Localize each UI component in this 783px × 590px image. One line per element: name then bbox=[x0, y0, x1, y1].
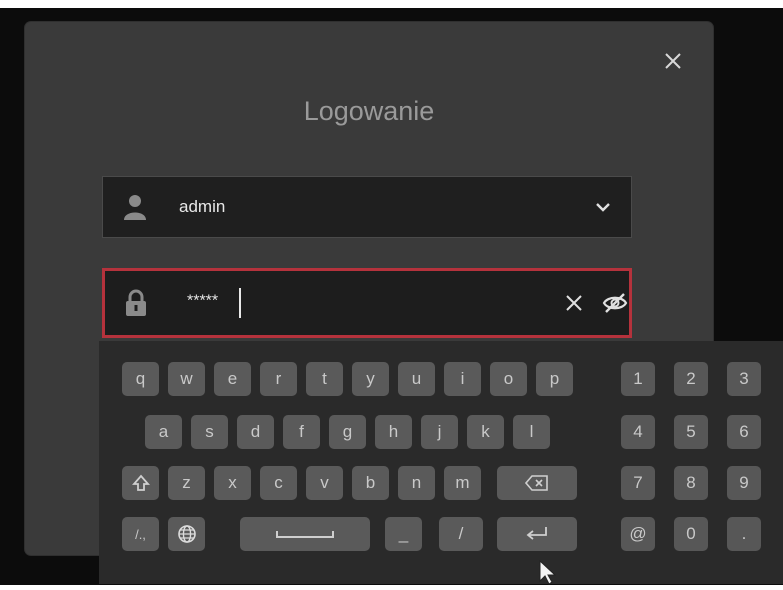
key-0[interactable]: 0 bbox=[674, 517, 708, 551]
key-w[interactable]: w bbox=[168, 362, 205, 396]
enter-icon bbox=[526, 527, 547, 540]
key-t[interactable]: t bbox=[306, 362, 343, 396]
dialog-title: Logowanie bbox=[303, 96, 435, 126]
key-q[interactable]: q bbox=[122, 362, 159, 396]
enter-key[interactable] bbox=[497, 517, 577, 551]
key-k[interactable]: k bbox=[467, 415, 504, 449]
backspace-icon bbox=[525, 475, 548, 491]
key-at[interactable]: @ bbox=[621, 517, 655, 551]
key-x[interactable]: x bbox=[214, 466, 251, 500]
virtual-keyboard: q w e r t y u i o p a s d f g h j k l z … bbox=[99, 341, 783, 584]
language-key[interactable] bbox=[168, 517, 205, 551]
key-m[interactable]: m bbox=[444, 466, 481, 500]
space-key[interactable] bbox=[240, 517, 370, 551]
key-v[interactable]: v bbox=[306, 466, 343, 500]
space-icon bbox=[276, 531, 334, 538]
username-select[interactable]: admin bbox=[102, 176, 632, 238]
top-edge bbox=[0, 0, 783, 8]
key-2[interactable]: 2 bbox=[674, 362, 708, 396]
key-d[interactable]: d bbox=[237, 415, 274, 449]
key-g[interactable]: g bbox=[329, 415, 366, 449]
symbols-mode-key[interactable]: /., bbox=[122, 517, 159, 551]
key-9[interactable]: 9 bbox=[727, 466, 761, 500]
bottom-edge bbox=[0, 585, 783, 590]
key-7[interactable]: 7 bbox=[621, 466, 655, 500]
key-u[interactable]: u bbox=[398, 362, 435, 396]
key-6[interactable]: 6 bbox=[727, 415, 761, 449]
key-o[interactable]: o bbox=[490, 362, 527, 396]
text-caret bbox=[239, 288, 241, 318]
key-y[interactable]: y bbox=[352, 362, 389, 396]
key-f[interactable]: f bbox=[283, 415, 320, 449]
key-s[interactable]: s bbox=[191, 415, 228, 449]
clear-icon[interactable] bbox=[565, 294, 583, 312]
mouse-cursor bbox=[539, 560, 557, 585]
key-j[interactable]: j bbox=[421, 415, 458, 449]
chevron-down-icon[interactable] bbox=[595, 202, 611, 212]
username-value: admin bbox=[179, 197, 226, 216]
key-b[interactable]: b bbox=[352, 466, 389, 500]
shift-icon bbox=[131, 474, 150, 491]
key-h[interactable]: h bbox=[375, 415, 412, 449]
key-r[interactable]: r bbox=[260, 362, 297, 396]
key-8[interactable]: 8 bbox=[674, 466, 708, 500]
user-icon bbox=[124, 195, 146, 220]
backspace-key[interactable] bbox=[497, 466, 577, 500]
key-e[interactable]: e bbox=[214, 362, 251, 396]
slash-key[interactable]: / bbox=[439, 517, 483, 551]
key-l[interactable]: l bbox=[513, 415, 550, 449]
key-4[interactable]: 4 bbox=[621, 415, 655, 449]
underscore-key[interactable]: _ bbox=[385, 517, 422, 551]
key-z[interactable]: z bbox=[168, 466, 205, 500]
lock-icon bbox=[126, 289, 146, 316]
close-button[interactable] bbox=[660, 48, 686, 74]
eye-off-icon[interactable] bbox=[602, 292, 628, 314]
key-c[interactable]: c bbox=[260, 466, 297, 500]
key-n[interactable]: n bbox=[398, 466, 435, 500]
globe-icon bbox=[177, 525, 196, 543]
key-i[interactable]: i bbox=[444, 362, 481, 396]
key-1[interactable]: 1 bbox=[621, 362, 655, 396]
close-icon bbox=[665, 53, 681, 69]
key-3[interactable]: 3 bbox=[727, 362, 761, 396]
key-a[interactable]: a bbox=[145, 415, 182, 449]
key-5[interactable]: 5 bbox=[674, 415, 708, 449]
key-dot[interactable]: . bbox=[727, 517, 761, 551]
shift-key[interactable] bbox=[122, 466, 159, 500]
password-input[interactable]: ***** bbox=[102, 268, 632, 338]
password-value: ***** bbox=[187, 292, 219, 310]
key-p[interactable]: p bbox=[536, 362, 573, 396]
